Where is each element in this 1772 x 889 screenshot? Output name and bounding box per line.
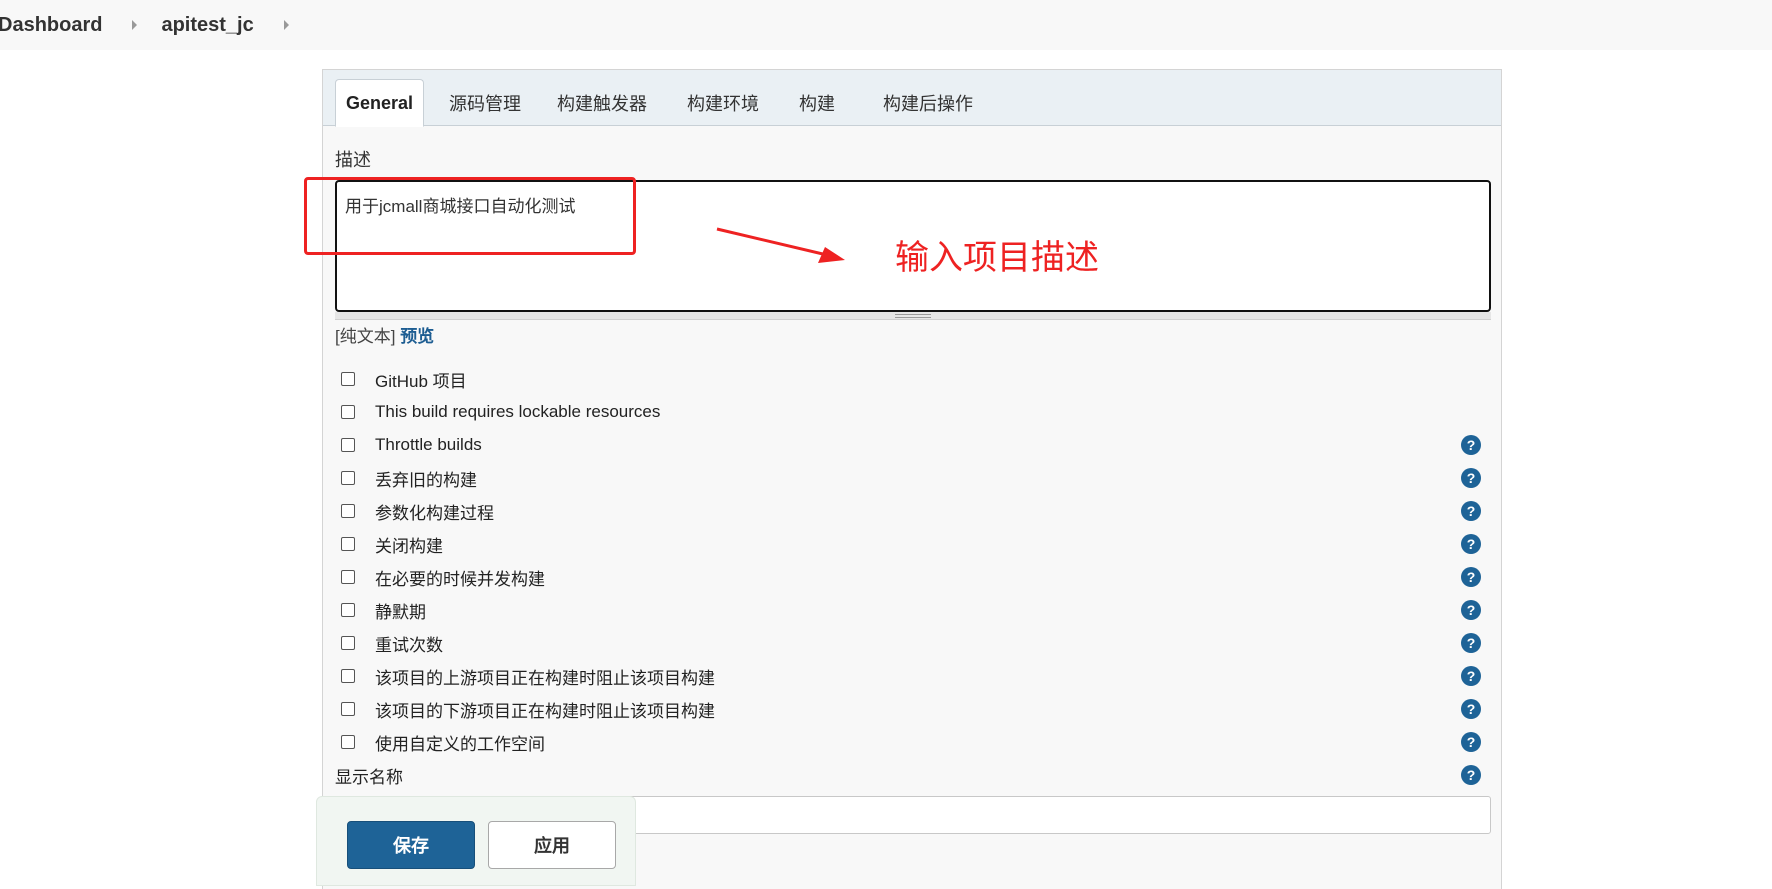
help-icon[interactable]: ? — [1461, 567, 1481, 587]
option-lockable-resources[interactable]: This build requires lockable resources — [341, 399, 1481, 425]
help-icon[interactable]: ? — [1461, 765, 1481, 785]
option-label: Throttle builds — [375, 435, 482, 454]
checkbox[interactable] — [341, 537, 355, 551]
help-icon[interactable]: ? — [1461, 666, 1481, 686]
help-icon[interactable]: ? — [1461, 633, 1481, 653]
checkbox[interactable] — [341, 504, 355, 518]
option-label: GitHub 项目 — [375, 371, 467, 391]
breadcrumb-dashboard[interactable]: Dashboard — [0, 14, 102, 37]
option-label: 使用自定义的工作空间 — [375, 734, 545, 754]
option-parameterized-build[interactable]: 参数化构建过程 ? — [341, 498, 1481, 524]
checkbox[interactable] — [341, 636, 355, 650]
option-label: 在必要的时候并发构建 — [375, 569, 545, 589]
option-label: 该项目的上游项目正在构建时阻止该项目构建 — [375, 668, 715, 688]
option-label: This build requires lockable resources — [375, 402, 661, 421]
tab-general[interactable]: General — [335, 79, 424, 127]
option-concurrent-builds[interactable]: 在必要的时候并发构建 ? — [341, 564, 1481, 590]
help-icon[interactable]: ? — [1461, 435, 1481, 455]
tab-strip: General 源码管理 构建触发器 构建环境 构建 构建后操作 — [323, 70, 1501, 127]
annotation-arrow-icon — [716, 227, 845, 263]
tab-build-triggers[interactable]: 构建触发器 — [545, 79, 659, 126]
breadcrumb: Dashboard apitest_jc — [0, 0, 1772, 50]
preview-link[interactable]: 预览 — [400, 327, 434, 346]
option-label: 静默期 — [375, 602, 426, 622]
checkbox[interactable] — [341, 438, 355, 452]
checkbox[interactable] — [341, 570, 355, 584]
help-icon[interactable]: ? — [1461, 600, 1481, 620]
option-quiet-period[interactable]: 静默期 ? — [341, 597, 1481, 623]
help-icon[interactable]: ? — [1461, 468, 1481, 488]
option-label: 参数化构建过程 — [375, 503, 494, 523]
drag-handle-icon[interactable] — [895, 314, 931, 318]
checkbox[interactable] — [341, 735, 355, 749]
help-icon[interactable]: ? — [1461, 501, 1481, 521]
display-name-label: 显示名称 — [335, 767, 403, 787]
option-label: 重试次数 — [375, 635, 443, 655]
annotation-text: 输入项目描述 — [895, 239, 1099, 277]
option-custom-workspace[interactable]: 使用自定义的工作空间 ? — [341, 729, 1481, 755]
checkbox[interactable] — [341, 603, 355, 617]
option-block-downstream[interactable]: 该项目的下游项目正在构建时阻止该项目构建 ? — [341, 696, 1481, 722]
option-throttle-builds[interactable]: Throttle builds ? — [341, 432, 1481, 458]
option-retry-count[interactable]: 重试次数 ? — [341, 630, 1481, 656]
display-name-row: 显示名称 ? — [335, 762, 1481, 788]
textarea-resize-splitter[interactable] — [335, 312, 1491, 320]
apply-button[interactable]: 应用 — [488, 821, 616, 869]
help-icon[interactable]: ? — [1461, 534, 1481, 554]
tab-source-control[interactable]: 源码管理 — [437, 79, 533, 126]
format-plain-text: [纯文本] — [335, 327, 396, 346]
form-button-bar: 保存 应用 — [316, 796, 636, 886]
description-label: 描述 — [335, 150, 371, 170]
option-block-upstream[interactable]: 该项目的上游项目正在构建时阻止该项目构建 ? — [341, 663, 1481, 689]
checkbox[interactable] — [341, 669, 355, 683]
option-github-project[interactable]: GitHub 项目 — [341, 366, 1481, 392]
chevron-right-icon[interactable] — [132, 20, 138, 30]
help-icon[interactable]: ? — [1461, 699, 1481, 719]
option-label: 丢弃旧的构建 — [375, 470, 477, 490]
checkbox[interactable] — [341, 405, 355, 419]
option-disable-build[interactable]: 关闭构建 ? — [341, 531, 1481, 557]
annotation-highlight-box — [304, 177, 636, 255]
description-format: [纯文本] 预览 — [335, 322, 434, 347]
chevron-right-icon[interactable] — [283, 20, 289, 30]
tab-post-build-actions[interactable]: 构建后操作 — [863, 79, 993, 126]
option-label: 该项目的下游项目正在构建时阻止该项目构建 — [375, 701, 715, 721]
tab-build-environment[interactable]: 构建环境 — [675, 79, 771, 126]
breadcrumb-project[interactable]: apitest_jc — [161, 14, 253, 37]
option-label: 关闭构建 — [375, 536, 443, 556]
save-button[interactable]: 保存 — [347, 821, 475, 869]
tab-build[interactable]: 构建 — [787, 79, 847, 126]
option-discard-old-builds[interactable]: 丢弃旧的构建 ? — [341, 465, 1481, 491]
help-icon[interactable]: ? — [1461, 732, 1481, 752]
checkbox[interactable] — [341, 372, 355, 386]
checkbox[interactable] — [341, 702, 355, 716]
checkbox[interactable] — [341, 471, 355, 485]
